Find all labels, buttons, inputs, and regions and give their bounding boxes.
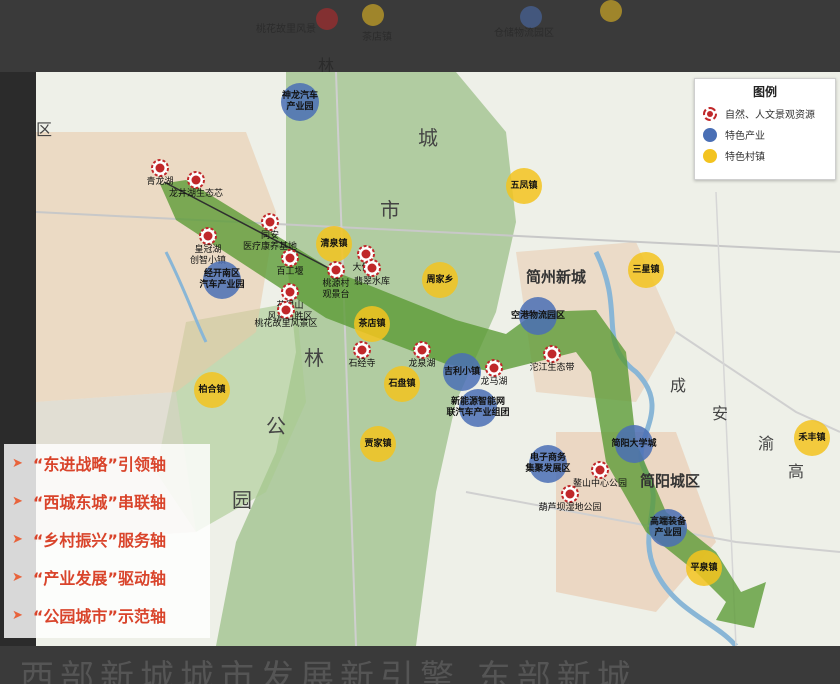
marker-label: 周家乡 [426, 274, 454, 285]
scenic-resource-icon [485, 359, 503, 377]
top-dimmed-strip: 桃花故里风景 茶店镇 仓储物流园区 林 [0, 0, 840, 72]
district-label: 市 [380, 198, 400, 222]
marker-label: 电子商务 集聚发展区 [525, 453, 571, 474]
scenic-resource-icon [277, 301, 295, 319]
map-marker [485, 359, 503, 377]
axis-item: ➤ “产业发展”驱动轴 [12, 569, 166, 588]
city-label: 简阳城区 [640, 472, 701, 490]
scenic-resource-icon [703, 106, 717, 121]
marker-label: 石盘镇 [388, 378, 416, 389]
map-marker [561, 485, 579, 503]
marker-label: 三星镇 [632, 264, 660, 275]
marker-label: 柏合镇 [198, 384, 226, 395]
marker-label: 简阳大学城 [611, 438, 657, 449]
village-town-icon [703, 148, 717, 163]
marker-label: 禾丰镇 [798, 432, 826, 443]
axis-item: ➤ “乡村振兴”服务轴 [12, 531, 166, 550]
legend-label: 自然、人文景观资源 [725, 110, 815, 121]
map-marker [261, 213, 279, 231]
scenic-resource-icon [363, 259, 381, 277]
map-marker [353, 341, 371, 359]
marker-label: 高端装备 产业园 [649, 517, 686, 538]
legend-row-yellow: 特色村镇 [703, 148, 835, 163]
legend-title: 图例 [752, 85, 777, 99]
map-marker [187, 171, 205, 189]
chevron-right-icon: ➤ [12, 607, 23, 623]
legend-label: 特色产业 [725, 131, 765, 142]
bottom-dimmed-strip: 西部新城城市发展新引擎 东部新城 [0, 646, 840, 684]
marker-label: 平泉镇 [690, 562, 718, 573]
marker-label: 空港物流园区 [510, 310, 565, 321]
ghost-marker [600, 0, 622, 22]
map-marker [281, 283, 299, 301]
marker-label: 新能源智能网 联汽车产业组团 [446, 397, 510, 418]
map-marker [413, 341, 431, 359]
district-label: 高 [788, 462, 805, 481]
ghost-marker [316, 8, 338, 30]
slide: 桃花故里风景 茶店镇 仓储物流园区 林 城 市 林 公 园 区 成 安 渝 高 … [0, 0, 840, 684]
scenic-resource-icon [281, 283, 299, 301]
district-label: 城 [418, 126, 438, 150]
ghost-label: 桃花故里风景 [256, 24, 316, 35]
legend: 图例 自然、人文景观资源 特色产业 特色村镇 [694, 78, 836, 180]
map-marker [199, 227, 217, 245]
marker-label: 神龙汽车 产业园 [281, 91, 318, 112]
axes-list: ➤ “东进战略”引领轴 ➤ “西城东城”串联轴 ➤ “乡村振兴”服务轴 ➤ “产业发展”… [4, 444, 210, 638]
ghost-label: 仓储物流园区 [494, 28, 554, 39]
marker-label: 经开南区 汽车产业园 [199, 269, 245, 290]
scenic-resource-icon [561, 485, 579, 503]
map-marker [281, 249, 299, 267]
map-marker [543, 345, 561, 363]
map-marker [151, 159, 169, 177]
axis-item: ➤ “公园城市”示范轴 [12, 607, 166, 626]
scenic-resource-icon [543, 345, 561, 363]
scenic-resource-icon [187, 171, 205, 189]
legend-label: 特色村镇 [725, 152, 765, 163]
scenic-resource-icon [261, 213, 279, 231]
ghost-caption: 西部新城城市发展新引擎 东部新城 [20, 658, 637, 684]
ghost-label: 林 [318, 56, 335, 72]
axis-item: ➤ “西城东城”串联轴 [12, 493, 166, 512]
district-label: 区 [36, 120, 53, 139]
scenic-resource-icon [353, 341, 371, 359]
legend-row-blue: 特色产业 [703, 127, 835, 142]
chevron-right-icon: ➤ [12, 531, 23, 547]
ghost-marker [362, 4, 384, 26]
legend-row-red: 自然、人文景观资源 [703, 106, 835, 121]
map-marker [363, 259, 381, 277]
ghost-label: 茶店镇 [362, 32, 392, 43]
district-label: 成 [670, 376, 687, 395]
marker-label: 贾家镇 [364, 438, 392, 449]
scenic-resource-icon [413, 341, 431, 359]
map-marker [277, 301, 295, 319]
scenic-resource-icon [281, 249, 299, 267]
marker-label: 葫芦坝湿地公园 [538, 503, 602, 513]
scenic-resource-icon [591, 461, 609, 479]
chevron-right-icon: ➤ [12, 569, 23, 585]
district-label: 公 [266, 414, 286, 438]
city-label: 简州新城 [526, 268, 587, 286]
scenic-resource-icon [151, 159, 169, 177]
map-marker [591, 461, 609, 479]
marker-label: 桃花故里风景区 [254, 319, 318, 329]
district-label: 安 [712, 404, 729, 423]
chevron-right-icon: ➤ [12, 493, 23, 509]
marker-label: 龙井湖生态芯 [168, 189, 223, 199]
marker-label: 五凤镇 [510, 180, 538, 191]
axis-item: ➤ “东进战略”引领轴 [12, 455, 166, 474]
marker-label: 沱江生态带 [529, 363, 575, 373]
district-label: 园 [232, 488, 252, 512]
scenic-resource-icon [199, 227, 217, 245]
industry-icon [703, 127, 717, 142]
chevron-right-icon: ➤ [12, 455, 23, 471]
marker-label: 龙马湖 [480, 377, 508, 387]
marker-label: 茶店镇 [358, 318, 386, 329]
